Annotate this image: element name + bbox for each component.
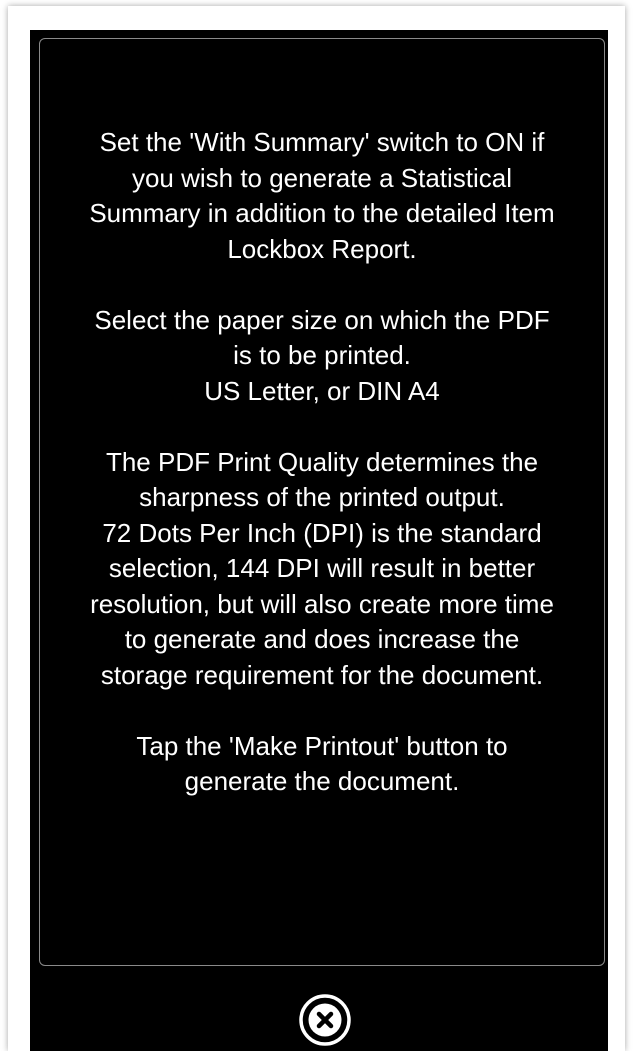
close-circle-icon bbox=[299, 994, 351, 1046]
help-paragraph-print-quality: The PDF Print Quality determines the sha… bbox=[90, 446, 554, 690]
help-text: Set the 'With Summary' switch to ON if y… bbox=[40, 125, 604, 835]
help-panel: Set the 'With Summary' switch to ON if y… bbox=[39, 38, 605, 966]
close-button[interactable] bbox=[296, 991, 354, 1049]
help-paragraph-summary: Set the 'With Summary' switch to ON if y… bbox=[89, 127, 555, 264]
help-paragraph-make-printout: Tap the 'Make Printout' button to genera… bbox=[136, 730, 508, 797]
help-paragraph-paper-size: Select the paper size on which the PDF i… bbox=[94, 304, 550, 406]
